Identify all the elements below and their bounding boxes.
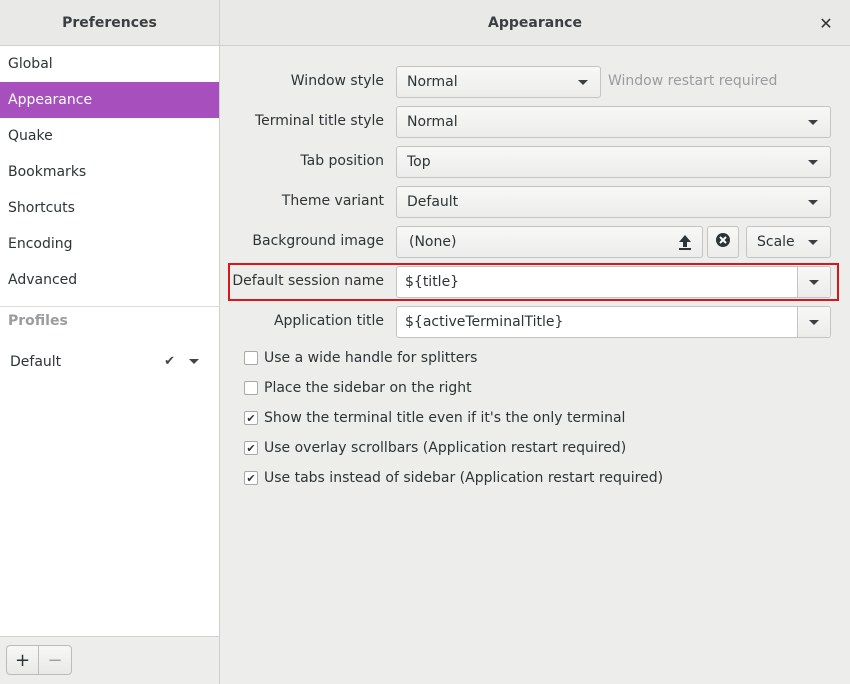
sidebar-item-appearance[interactable]: Appearance [0,82,219,118]
appearance-panel: Window style Normal Window restart requi… [221,47,850,684]
sidebar-item-label: Advanced [8,272,78,288]
chevron-down-icon [809,280,819,285]
sidebar-toolbar: + − [0,636,219,684]
check-icon: ✔ [164,354,175,369]
theme-variant-value: Default [407,194,459,210]
application-title-field[interactable]: ${activeTerminalTitle} [396,306,831,338]
background-image-chooser[interactable]: (None) [396,226,703,258]
preferences-window: Preferences Appearance ✕ Global Appearan… [0,0,850,684]
check-icon: ✔ [246,441,256,455]
theme-variant-label: Theme variant [281,193,384,209]
terminal-title-style-value: Normal [407,114,458,130]
window-title: Preferences [62,14,157,31]
application-title-label: Application title [273,313,384,329]
sidebar-item-global[interactable]: Global [0,46,219,82]
checkbox-box[interactable]: ✔ [244,441,258,455]
sidebar-item-shortcuts[interactable]: Shortcuts [0,190,219,226]
sidebar-item-label: Global [8,56,53,72]
terminal-title-style-select[interactable]: Normal [396,106,831,138]
checkbox-box[interactable] [244,381,258,395]
window-restart-note: Window restart required [608,73,778,89]
tab-position-value: Top [407,154,431,170]
add-profile-button[interactable]: + [6,645,39,675]
show-terminal-title-checkbox[interactable]: ✔ Show the terminal title even if it's t… [244,408,625,428]
sidebar-item-bookmarks[interactable]: Bookmarks [0,154,219,190]
background-mode-select[interactable]: Scale [746,226,831,258]
chevron-down-icon [578,80,588,85]
sidebar-item-label: Encoding [8,236,73,252]
content-header: Appearance ✕ [220,0,850,46]
upload-icon [678,234,692,254]
terminal-title-style-label: Terminal title style [254,113,384,129]
profiles-header: Profiles [8,313,68,329]
background-mode-value: Scale [757,234,795,250]
overlay-scrollbars-checkbox[interactable]: ✔ Use overlay scrollbars (Application re… [244,438,626,458]
background-image-value: (None) [409,234,457,250]
sidebar-item-label: Appearance [8,92,93,108]
check-icon: ✔ [246,471,256,485]
sidebar-item-advanced[interactable]: Advanced [0,262,219,298]
chevron-down-icon [808,120,818,125]
check-icon: ✔ [246,411,256,425]
checkbox-label: Use a wide handle for splitters [264,350,478,366]
chevron-down-icon [808,160,818,165]
sidebar-item-profile-default[interactable]: Default ✔ [0,343,219,381]
checkbox-box[interactable]: ✔ [244,411,258,425]
close-button[interactable]: ✕ [816,13,836,33]
checkbox-box[interactable] [244,351,258,365]
tab-position-label: Tab position [300,153,384,169]
remove-profile-button[interactable]: − [39,645,72,675]
chevron-down-icon [809,320,819,325]
sidebar-item-quake[interactable]: Quake [0,118,219,154]
application-title-dropdown-button[interactable] [797,307,830,337]
sidebar-item-label: Quake [8,128,53,144]
sidebar-item-label: Default [10,354,62,370]
checkbox-label: Use tabs instead of sidebar (Application… [264,470,664,486]
default-session-name-label: Default session name [232,273,384,289]
sidebar-item-label: Bookmarks [8,164,87,180]
wide-handle-checkbox[interactable]: Use a wide handle for splitters [244,348,477,368]
checkbox-box[interactable]: ✔ [244,471,258,485]
chevron-down-icon [808,240,818,245]
window-style-select[interactable]: Normal [396,66,601,98]
checkbox-label: Show the terminal title even if it's the… [264,410,626,426]
sidebar-header: Preferences [0,0,220,46]
window-style-value: Normal [407,74,458,90]
clear-background-button[interactable] [707,226,739,258]
close-icon: ✕ [819,13,833,33]
tabs-instead-of-sidebar-checkbox[interactable]: ✔ Use tabs instead of sidebar (Applicati… [244,468,663,488]
sidebar-item-label: Shortcuts [8,200,75,216]
chevron-down-icon[interactable] [189,359,199,364]
checkbox-label: Use overlay scrollbars (Application rest… [264,440,627,456]
background-image-label: Background image [252,233,384,249]
application-title-value: ${activeTerminalTitle} [405,314,564,330]
sidebar-item-encoding[interactable]: Encoding [0,226,219,262]
window-style-label: Window style [290,73,384,89]
theme-variant-select[interactable]: Default [396,186,831,218]
page-title: Appearance [488,14,582,31]
session-name-dropdown-button[interactable] [797,267,830,297]
sidebar: Global Appearance Quake Bookmarks Shortc… [0,46,220,684]
chevron-down-icon [808,200,818,205]
default-session-name-field[interactable]: ${title} [396,266,831,298]
default-session-name-value: ${title} [405,274,460,290]
sidebar-right-checkbox[interactable]: Place the sidebar on the right [244,378,472,398]
tab-position-select[interactable]: Top [396,146,831,178]
checkbox-label: Place the sidebar on the right [264,380,472,396]
clear-icon [715,232,731,252]
